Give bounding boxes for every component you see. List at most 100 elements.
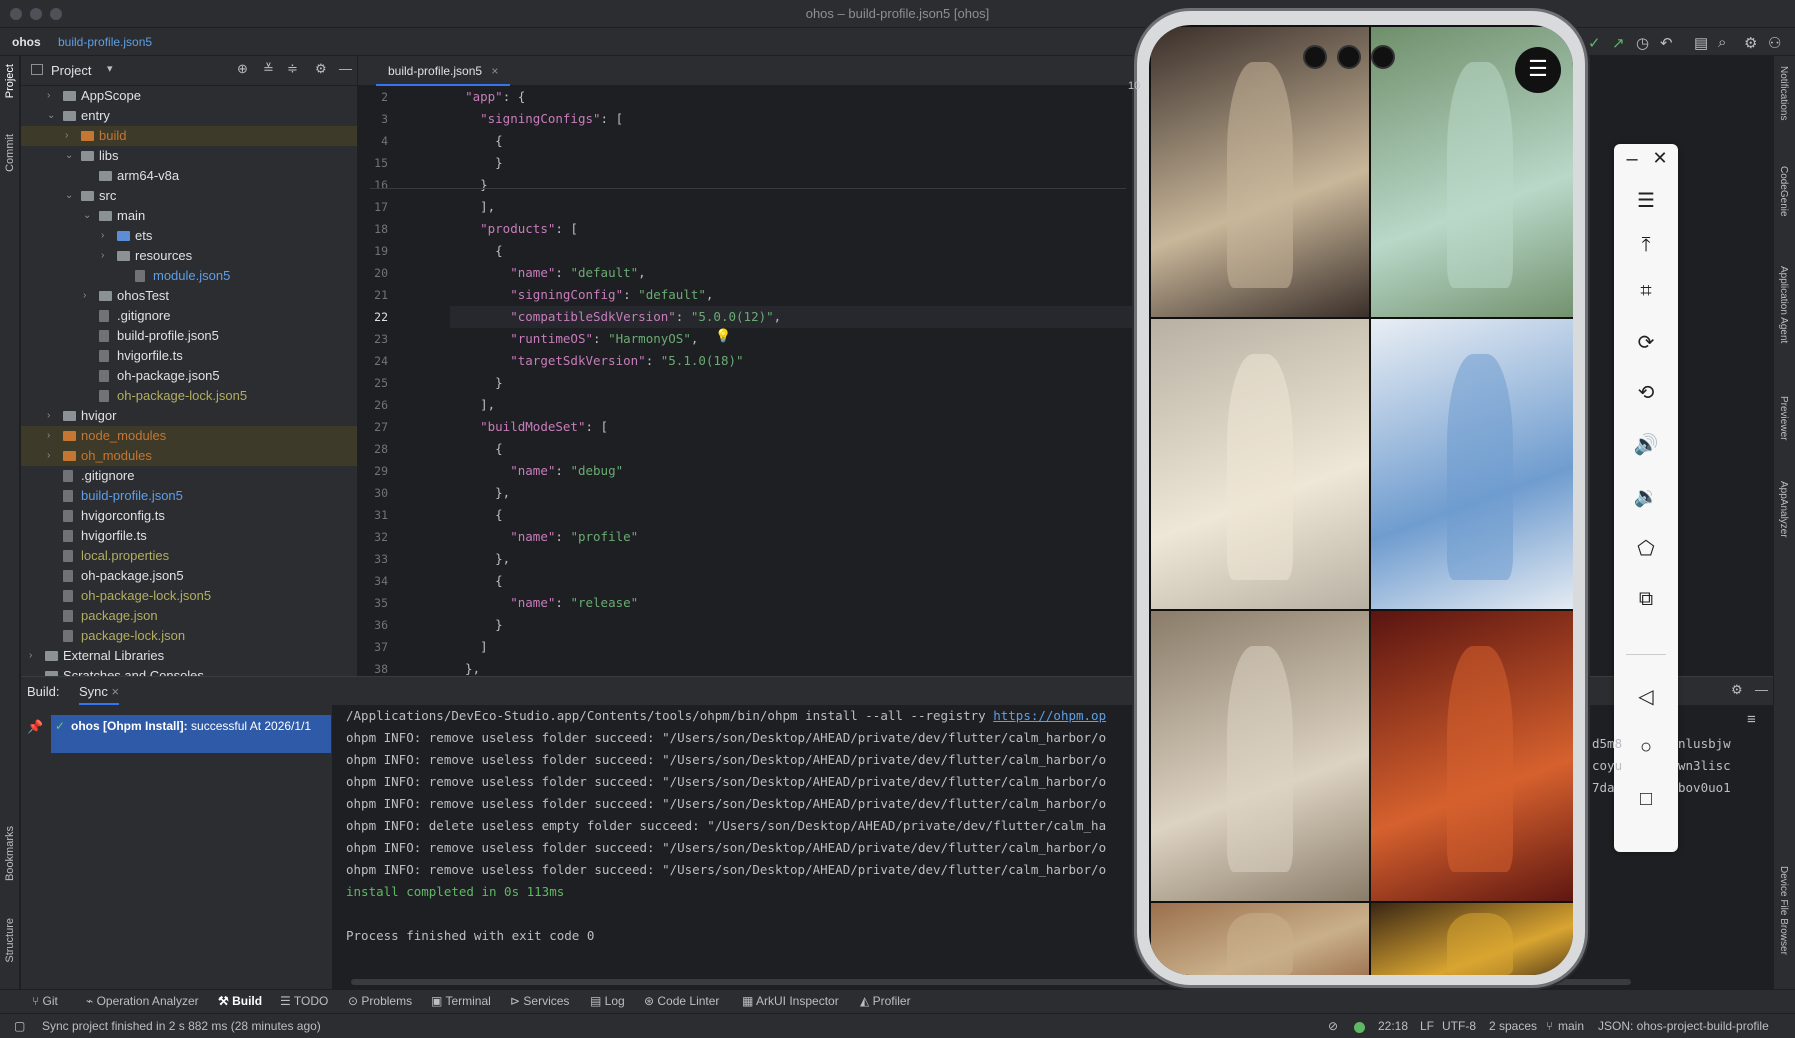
tree-item[interactable]: hvigorfile.ts <box>21 346 357 366</box>
rotate-alt-icon[interactable]: ⟲ <box>1614 380 1678 405</box>
volume-down-icon[interactable]: 🔉 <box>1614 484 1678 509</box>
close-icon[interactable]: ✕ <box>1644 148 1676 169</box>
hide-panel-icon[interactable]: — <box>339 61 352 76</box>
tree-item[interactable]: › AppScope <box>21 86 357 106</box>
settings-icon[interactable]: ⚙ <box>1744 34 1757 52</box>
tree-item[interactable]: .gitignore <box>21 466 357 486</box>
tree-item[interactable]: › resources <box>21 246 357 266</box>
run-arrow-icon[interactable]: ↗ <box>1612 34 1625 52</box>
photo-woman-golden-crown[interactable] <box>1371 903 1573 975</box>
chevron-down-icon[interactable]: ⌄ <box>47 106 55 126</box>
chevron-right-icon[interactable]: › <box>47 406 50 426</box>
photo-woman-parasol[interactable] <box>1151 319 1369 609</box>
check-icon[interactable]: ✓ <box>1588 34 1601 52</box>
tree-item[interactable]: › oh_modules <box>21 446 357 466</box>
tool-notifications[interactable]: Notifications <box>1778 66 1789 120</box>
undo-icon[interactable]: ↶ <box>1660 34 1673 52</box>
hide-panel-icon[interactable]: — <box>1755 682 1768 697</box>
tab-log[interactable]: ▤ Log <box>590 994 625 1008</box>
close-tab-icon[interactable]: × <box>491 64 498 78</box>
shake-icon[interactable]: ⬠ <box>1614 536 1678 561</box>
tree-item[interactable]: › node_modules <box>21 426 357 446</box>
back-icon[interactable]: ◁ <box>1614 684 1678 709</box>
volume-up-icon[interactable]: 🔊 <box>1614 432 1678 457</box>
tab-services[interactable]: ⊳ Services <box>510 994 569 1008</box>
photo-woman-fan-seated[interactable] <box>1151 611 1369 901</box>
tool-previewer[interactable]: Previewer <box>1778 396 1789 440</box>
tool-appanalyzer[interactable]: AppAnalyzer <box>1778 481 1789 538</box>
gear-icon[interactable]: ⚙ <box>1731 682 1743 698</box>
photo-woman-black-hanfu[interactable] <box>1151 27 1369 317</box>
tab-profiler[interactable]: ◭ Profiler <box>860 994 911 1008</box>
registry-link[interactable]: https://ohpm.op <box>993 708 1106 723</box>
chevron-right-icon[interactable]: › <box>29 646 32 666</box>
pin-icon[interactable]: 📌 <box>27 719 43 735</box>
chevron-right-icon[interactable]: › <box>101 246 104 266</box>
menu-icon[interactable]: ☰ <box>1515 47 1561 93</box>
tree-item[interactable]: oh-package-lock.json5 <box>21 386 357 406</box>
tree-item[interactable]: package-lock.json <box>21 626 357 646</box>
tool-structure[interactable]: Structure <box>4 918 16 963</box>
tree-item[interactable]: › build <box>21 126 357 146</box>
tree-item[interactable]: ⌄ src <box>21 186 357 206</box>
tree-item[interactable]: hvigorfile.ts <box>21 526 357 546</box>
history-icon[interactable]: ◷ <box>1636 34 1649 52</box>
project-panel-title[interactable]: Project <box>51 63 91 78</box>
tree-item[interactable]: package.json <box>21 606 357 626</box>
json-schema[interactable]: JSON: ohos-project-build-profile <box>1598 1019 1769 1033</box>
tree-item[interactable]: hvigorconfig.ts <box>21 506 357 526</box>
tab-problems[interactable]: ⊙ Problems <box>348 994 412 1008</box>
tab-git[interactable]: ⑂ Git <box>32 994 58 1008</box>
tree-item[interactable]: build-profile.json5 <box>21 326 357 346</box>
tool-device-file-browser[interactable]: Device File Browser <box>1778 866 1789 955</box>
build-entry-selected[interactable]: ✓ ohos [Ohpm Install]: successful At 202… <box>51 715 331 753</box>
recents-icon[interactable]: □ <box>1614 788 1678 811</box>
tree-item[interactable]: oh-package.json5 <box>21 366 357 386</box>
tab-code-linter[interactable]: ⊛ Code Linter <box>644 994 719 1008</box>
close-tab-icon[interactable]: × <box>112 684 120 699</box>
device-manager-icon[interactable]: ▤ <box>1694 34 1708 52</box>
breadcrumb-project[interactable]: ohos <box>12 35 41 49</box>
lightbulb-icon[interactable]: 💡 <box>715 328 731 344</box>
chevron-right-icon[interactable]: › <box>83 286 86 306</box>
gear-icon[interactable]: ⚙ <box>315 61 327 77</box>
multi-device-icon[interactable]: ⧉ <box>1614 588 1678 611</box>
tree-item[interactable]: local.properties <box>21 546 357 566</box>
collapse-all-icon[interactable]: ≑ <box>287 61 298 77</box>
status-message[interactable]: Sync project finished in 2 s 882 ms (28 … <box>42 1019 321 1033</box>
chevron-down-icon[interactable]: ⌄ <box>83 206 91 226</box>
tree-item[interactable]: ⌄ libs <box>21 146 357 166</box>
photo-palace-gate[interactable] <box>1151 903 1369 975</box>
tree-item[interactable]: .gitignore <box>21 306 357 326</box>
locate-icon[interactable]: ⊕ <box>237 61 248 77</box>
tool-commit[interactable]: Commit <box>4 134 16 172</box>
emulator-screen[interactable]: ☰ <box>1149 25 1573 975</box>
tab-arkui-inspector[interactable]: ▦ ArkUI Inspector <box>742 994 839 1008</box>
tree-item[interactable]: › External Libraries <box>21 646 357 666</box>
chevron-down-icon[interactable]: ⌄ <box>65 186 73 206</box>
code-area[interactable]: 2 "app": {3 "signingConfigs": [4 {15 } 16… <box>374 86 1140 680</box>
soft-wrap-icon[interactable]: ≡ <box>1747 711 1756 728</box>
tree-item[interactable]: › hvigor <box>21 406 357 426</box>
readonly-icon[interactable]: ⊘ <box>1328 1019 1338 1033</box>
tab-terminal[interactable]: ▣ Terminal <box>431 994 491 1008</box>
chevron-down-icon[interactable]: ⌄ <box>65 146 73 166</box>
layout-icon[interactable]: ▢ <box>14 1019 25 1033</box>
problems-count[interactable]: 10 <box>1128 80 1140 92</box>
expand-all-icon[interactable]: ≚ <box>263 61 274 77</box>
chevron-right-icon[interactable]: › <box>47 426 50 446</box>
tool-application-agent[interactable]: Application Agent <box>1778 266 1789 343</box>
chevron-right-icon[interactable]: › <box>65 126 68 146</box>
pin-top-icon[interactable]: ⤒ <box>1614 234 1678 257</box>
chevron-down-icon[interactable]: ▾ <box>107 62 113 75</box>
indent-setting[interactable]: 2 spaces <box>1489 1019 1537 1033</box>
menu-icon[interactable]: ☰ <box>1614 188 1678 213</box>
tool-bookmarks[interactable]: Bookmarks <box>4 826 16 881</box>
account-icon[interactable]: ⚇ <box>1768 34 1781 52</box>
tab-todo[interactable]: ☰ TODO <box>280 994 328 1008</box>
tree-item[interactable]: › ohosTest <box>21 286 357 306</box>
tree-item[interactable]: ⌄ main <box>21 206 357 226</box>
home-icon[interactable]: ○ <box>1614 736 1678 759</box>
photo-woman-red-hanfu[interactable] <box>1371 611 1573 901</box>
tree-item[interactable]: oh-package.json5 <box>21 566 357 586</box>
